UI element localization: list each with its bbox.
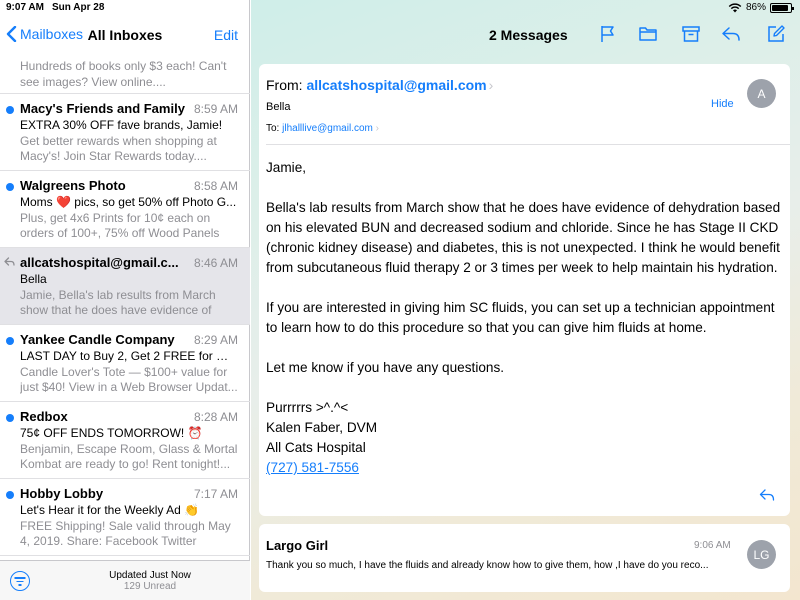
message-card: From: allcatshospital@gmail.com › Bella T… [259, 64, 790, 516]
mail-subject: Let's Hear it for the Weekly Ad 👏 [20, 503, 200, 517]
signature-line: Purrrrrs >^.^< [266, 400, 349, 415]
update-status: Updated Just Now 129 Unread [50, 570, 250, 592]
mail-sender: allcatshospital@gmail.c... [20, 255, 179, 270]
reply-icon[interactable] [759, 488, 775, 502]
flag-icon[interactable] [598, 24, 618, 44]
mail-subject: 75¢ OFF ENDS TOMORROW! ⏰ [20, 426, 203, 440]
mail-subject: LAST DAY to Buy 2, Get 2 FREE for Mo... [20, 349, 238, 363]
mail-time: 8:29 AM [193, 333, 238, 347]
thread-title: 2 Messages [489, 27, 568, 43]
unread-count: 129 Unread [123, 581, 177, 592]
unread-dot-icon [6, 106, 14, 114]
message-subject: Bella [266, 101, 291, 113]
partial-list-item[interactable]: Hundreds of books only $3 each! Can't se… [0, 56, 250, 94]
mail-preview: Get better rewards when shopping at Macy… [20, 134, 217, 163]
avatar[interactable]: LG [747, 540, 776, 569]
mail-time: 8:28 AM [193, 410, 238, 424]
reply-sender: Largo Girl [266, 538, 329, 553]
message-body: Jamie, Bella's lab results from March sh… [266, 158, 786, 478]
signature-line: Kalen Faber, DVM [266, 420, 378, 435]
list-item[interactable]: Walgreens Photo 8:58 AM Moms ❤️ pics, so… [0, 171, 250, 248]
body-paragraph: If you are interested in giving him SC f… [266, 300, 775, 335]
from-label: From: [266, 77, 303, 93]
to-label: To: [266, 123, 280, 134]
body-paragraph: Let me know if you have any questions. [266, 360, 505, 375]
phone-link[interactable]: (727) 581-7556 [266, 458, 786, 478]
chevron-right-icon: › [375, 123, 379, 134]
mail-time: 8:58 AM [193, 179, 238, 193]
list-item[interactable]: Macy's Friends and Family 8:59 AM EXTRA … [0, 94, 250, 171]
signature-line: All Cats Hospital [266, 440, 366, 455]
unread-dot-icon [6, 183, 14, 191]
mail-time: 7:17 AM [193, 487, 238, 501]
mail-preview: Jamie, Bella's lab results from March sh… [20, 288, 216, 317]
mail-sender: Macy's Friends and Family [20, 101, 185, 116]
mailbox-title: All Inboxes [87, 27, 163, 43]
battery-icon [770, 2, 794, 13]
mail-sender: Hobby Lobby [20, 486, 104, 501]
edit-button[interactable]: Edit [214, 27, 238, 43]
mail-preview: Benjamin, Escape Room, Glass & Mortal Ko… [20, 442, 238, 471]
mail-time: 8:59 AM [193, 102, 238, 116]
recipient-address-link[interactable]: jlhalllive@gmail.com [282, 123, 373, 134]
unread-dot-icon [6, 491, 14, 499]
archive-icon[interactable] [681, 24, 701, 44]
unread-dot-icon [6, 414, 14, 422]
list-item[interactable]: Hobby Lobby 7:17 AM Let's Hear it for th… [0, 479, 250, 556]
wifi-icon [728, 2, 742, 12]
mail-subject: Bella [20, 272, 47, 286]
from-row: From: allcatshospital@gmail.com › [266, 77, 493, 93]
mail-time: 8:46 AM [193, 256, 238, 270]
mail-subject: EXTRA 30% OFF fave brands, Jamie! [20, 118, 223, 132]
status-date: Sun Apr 28 [52, 2, 105, 13]
unread-dot-icon [6, 337, 14, 345]
message-thread-pane: 2 Messages From: allcatshospital@gmail.c… [251, 0, 800, 600]
folder-icon[interactable] [638, 24, 658, 44]
message-toolbar: 2 Messages [251, 16, 800, 56]
updated-text: Updated Just Now [109, 570, 191, 581]
mailbox-list-pane: Mailboxes All Inboxes Edit Hundreds of b… [0, 0, 250, 600]
header-divider [266, 144, 790, 145]
collapsed-message-card[interactable]: Largo Girl 9:06 AM Thank you so much, I … [259, 524, 790, 592]
signature: Purrrrrs >^.^< Kalen Faber, DVM All Cats… [266, 398, 786, 478]
filter-icon[interactable] [10, 571, 30, 591]
mail-preview: FREE Shipping! Sale valid through May 4,… [20, 519, 231, 548]
battery-percent: 86% [745, 2, 766, 13]
reply-preview: Thank you so much, I have the fluids and… [266, 560, 709, 571]
partial-preview: Hundreds of books only $3 each! Can't se… [20, 59, 227, 89]
greeting: Jamie, [266, 160, 307, 175]
reply-time: 9:06 AM [694, 540, 731, 551]
mailbox-bottom-bar: Updated Just Now 129 Unread [0, 560, 250, 600]
mail-preview: Candle Lover's Tote — $100+ value for ju… [20, 365, 238, 394]
mailbox-nav-bar: Mailboxes All Inboxes Edit [0, 16, 250, 56]
status-right: 86% [728, 2, 794, 13]
status-bar: 9:07 AM Sun Apr 28 86% [0, 0, 800, 16]
sender-address-link[interactable]: allcatshospital@gmail.com [306, 77, 486, 93]
replied-icon [4, 257, 15, 266]
mail-preview: Plus, get 4x6 Prints for 10¢ each on ord… [20, 211, 220, 240]
status-time: 9:07 AM [6, 2, 44, 13]
compose-icon[interactable] [766, 24, 786, 44]
reply-icon[interactable] [721, 24, 741, 44]
avatar[interactable]: A [747, 79, 776, 108]
hide-details-button[interactable]: Hide [711, 98, 734, 110]
list-item-selected[interactable]: allcatshospital@gmail.c... 8:46 AM Bella… [0, 248, 250, 325]
mail-sender: Redbox [20, 409, 68, 424]
chevron-right-icon: › [488, 77, 494, 93]
list-item[interactable]: Yankee Candle Company 8:29 AM LAST DAY t… [0, 325, 250, 402]
to-row: To: jlhalllive@gmail.com › [266, 123, 379, 134]
mail-sender: Yankee Candle Company [20, 332, 175, 347]
list-item[interactable]: Redbox 8:28 AM 75¢ OFF ENDS TOMORROW! ⏰ … [0, 402, 250, 479]
mail-subject: Moms ❤️ pics, so get 50% off Photo G... [20, 195, 237, 209]
body-paragraph: Bella's lab results from March show that… [266, 200, 781, 275]
mail-list[interactable]: Hundreds of books only $3 each! Can't se… [0, 56, 250, 560]
mail-sender: Walgreens Photo [20, 178, 126, 193]
